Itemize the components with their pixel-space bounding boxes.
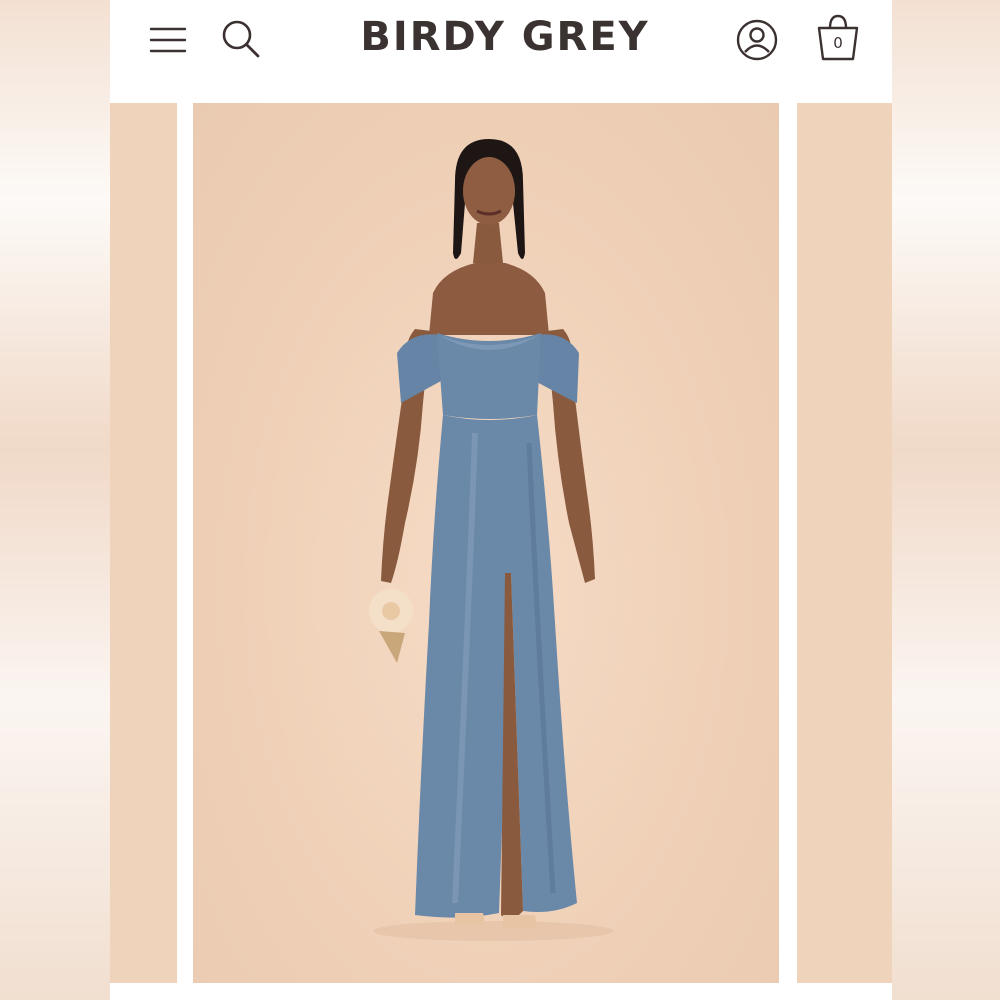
next-image-slide[interactable] [797, 103, 892, 983]
product-image-carousel[interactable] [110, 103, 892, 983]
hamburger-menu-icon[interactable] [148, 22, 188, 58]
product-image[interactable] [193, 103, 779, 983]
site-header: BIRDY GREY 0 [110, 0, 892, 100]
bottom-spacer [110, 983, 892, 1000]
account-icon[interactable] [734, 17, 780, 63]
previous-image-slide[interactable] [110, 103, 177, 983]
brand-logo[interactable]: BIRDY GREY [340, 14, 670, 60]
search-icon[interactable] [218, 16, 264, 62]
background-blur-right [890, 0, 1000, 1000]
background-blur-left [0, 0, 110, 1000]
model-in-dress-illustration [369, 139, 613, 941]
shopping-bag-icon[interactable]: 0 [813, 12, 863, 64]
cart-count-badge: 0 [833, 34, 843, 52]
app-screen: BIRDY GREY 0 [110, 0, 892, 1000]
